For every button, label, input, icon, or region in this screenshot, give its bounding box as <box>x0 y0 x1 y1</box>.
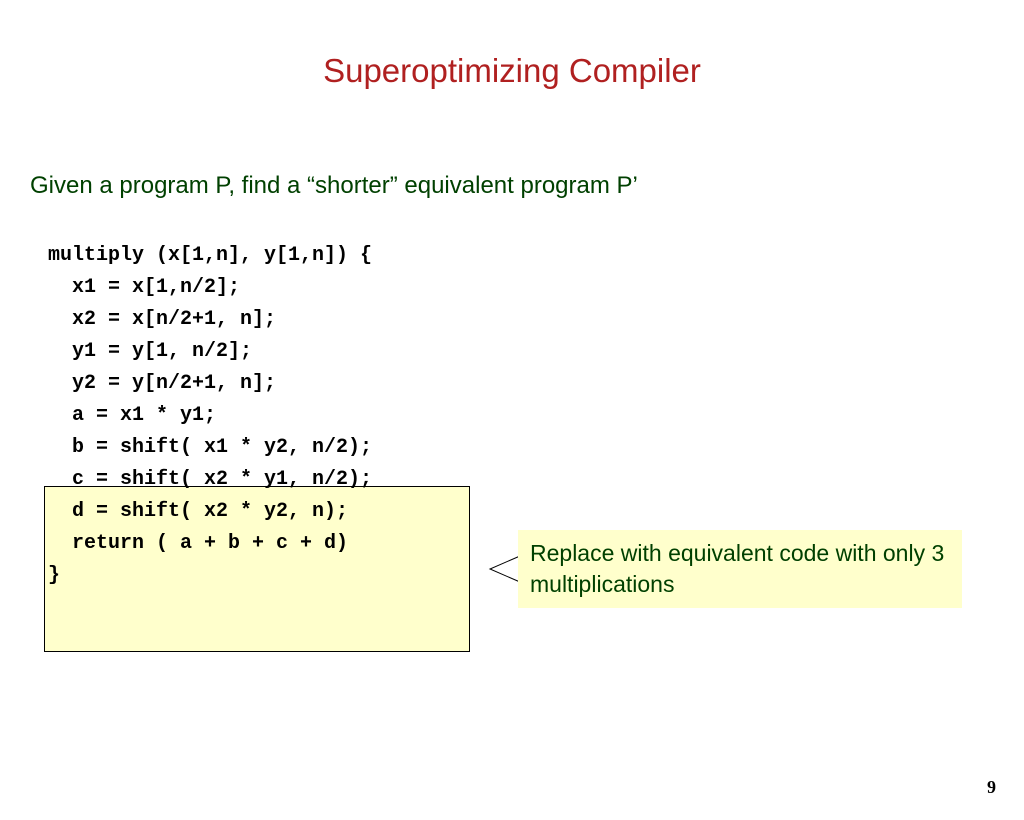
code-line: y1 = y[1, n/2]; <box>48 336 1024 368</box>
slide-title: Superoptimizing Compiler <box>0 52 1024 90</box>
callout-box: Replace with equivalent code with only 3… <box>518 530 962 608</box>
code-line: d = shift( x2 * y2, n); <box>48 496 1024 528</box>
code-line: x2 = x[n/2+1, n]; <box>48 304 1024 336</box>
code-line: y2 = y[n/2+1, n]; <box>48 368 1024 400</box>
code-line: a = x1 * y1; <box>48 400 1024 432</box>
slide-subtitle: Given a program P, find a “shorter” equi… <box>30 172 1024 200</box>
page-number: 9 <box>987 777 996 798</box>
code-line: b = shift( x1 * y2, n/2); <box>48 432 1024 464</box>
code-line: c = shift( x2 * y1, n/2); <box>48 464 1024 496</box>
code-line: multiply (x[1,n], y[1,n]) { <box>48 240 1024 272</box>
code-line: x1 = x[1,n/2]; <box>48 272 1024 304</box>
